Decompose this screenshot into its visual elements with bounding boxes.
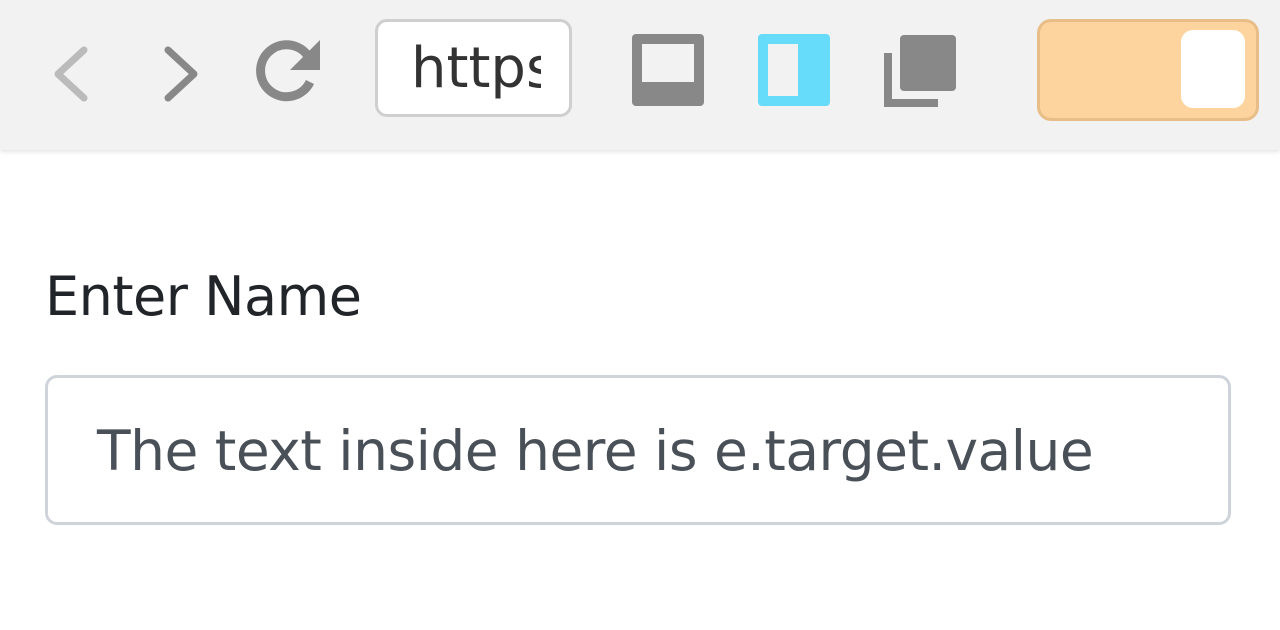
name-input-value: The text inside here is e.target.value: [97, 419, 1094, 483]
dock-side-button[interactable]: [758, 34, 830, 106]
toggle-knob[interactable]: [1181, 30, 1245, 108]
back-icon: [54, 46, 88, 102]
theme-toggle[interactable]: [1037, 19, 1259, 121]
forward-button[interactable]: [148, 38, 212, 110]
forward-icon: [164, 46, 198, 102]
dock-side-icon: [758, 34, 830, 106]
reload-icon: [256, 40, 320, 102]
url-text: https://: [411, 36, 541, 101]
undock-button[interactable]: [882, 33, 958, 109]
dock-bottom-button[interactable]: [632, 34, 704, 106]
dock-bottom-icon: [632, 34, 704, 106]
undock-icon: [884, 35, 956, 107]
name-input[interactable]: The text inside here is e.target.value: [45, 375, 1231, 525]
name-label: Enter Name: [45, 265, 362, 328]
back-button[interactable]: [40, 38, 104, 110]
url-bar[interactable]: https://: [375, 19, 572, 117]
devtools-toolbar: https://: [0, 0, 1280, 150]
reload-button[interactable]: [250, 34, 326, 110]
